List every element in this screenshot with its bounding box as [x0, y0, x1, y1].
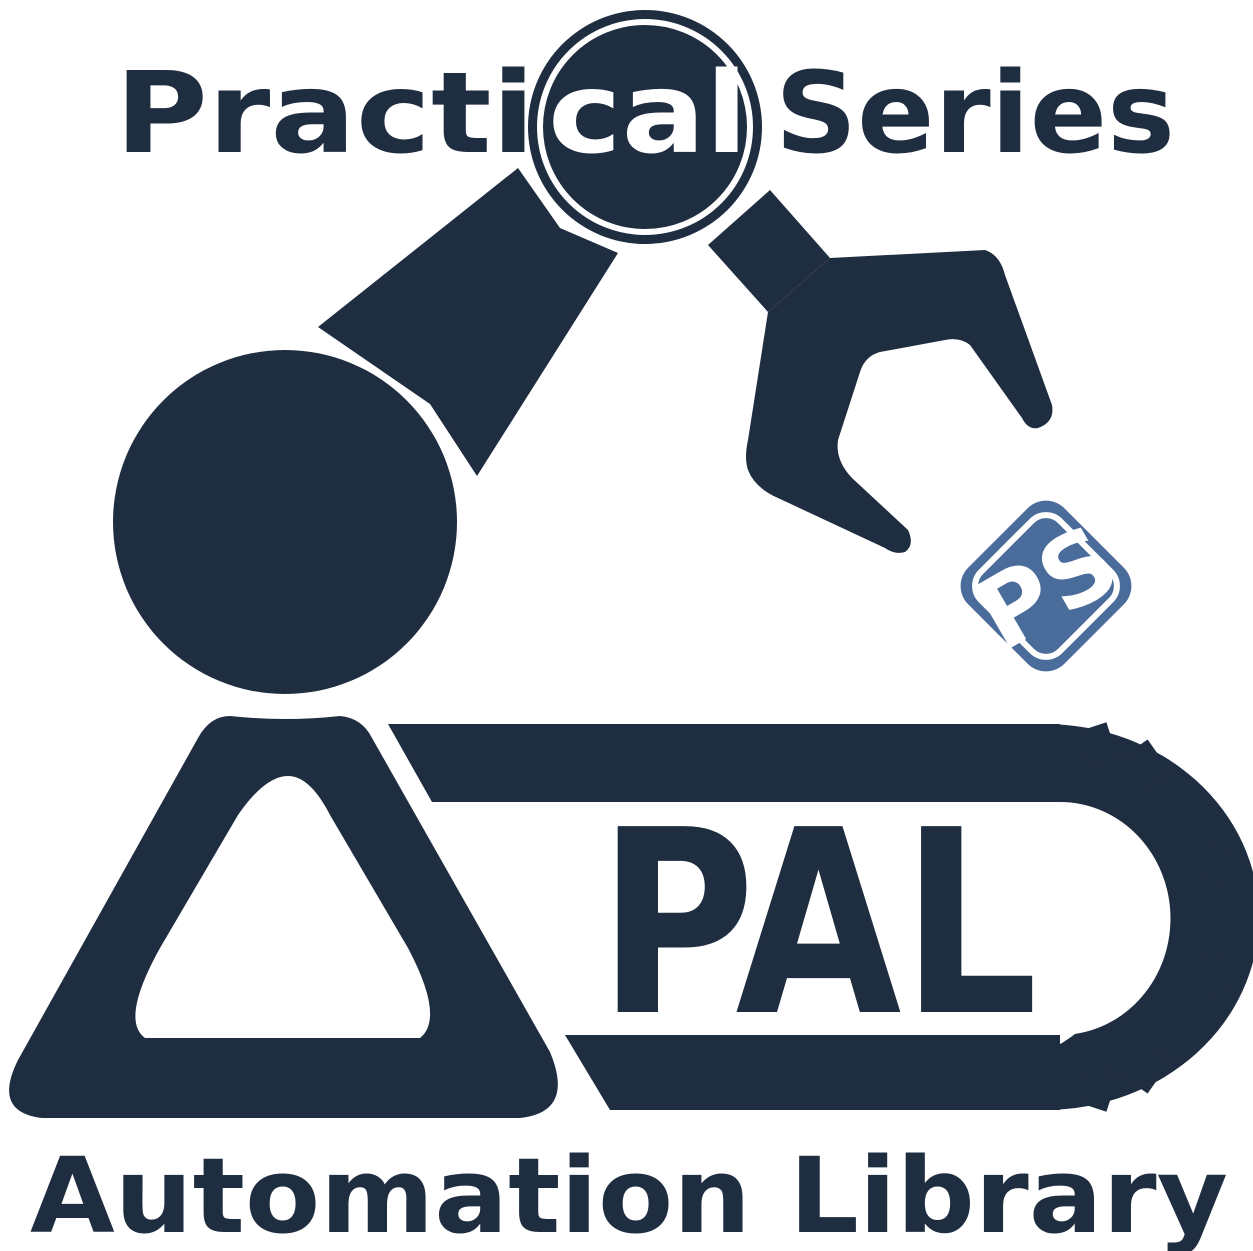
ps-badge-text: PS [957, 504, 1137, 674]
gripper-icon [746, 250, 1053, 553]
ps-badge-icon: PS [957, 500, 1138, 674]
subtitle-text: Automation Library [30, 1135, 1228, 1251]
gear-tooth [1212, 897, 1250, 943]
title-part-left: Practi [115, 49, 535, 179]
gripper-claw [746, 250, 1053, 553]
pal-logo: Practi cal Series PS PAL Automation Libr… [9, 10, 1253, 1251]
core-text-pal: PAL [598, 776, 1038, 1073]
title-part-right: Series [775, 49, 1175, 179]
title-part-highlight: cal [548, 49, 748, 179]
robot-shoulder-joint [113, 350, 457, 694]
robot-arm-icon [113, 168, 830, 694]
title-group: Practi cal Series [115, 10, 1175, 244]
